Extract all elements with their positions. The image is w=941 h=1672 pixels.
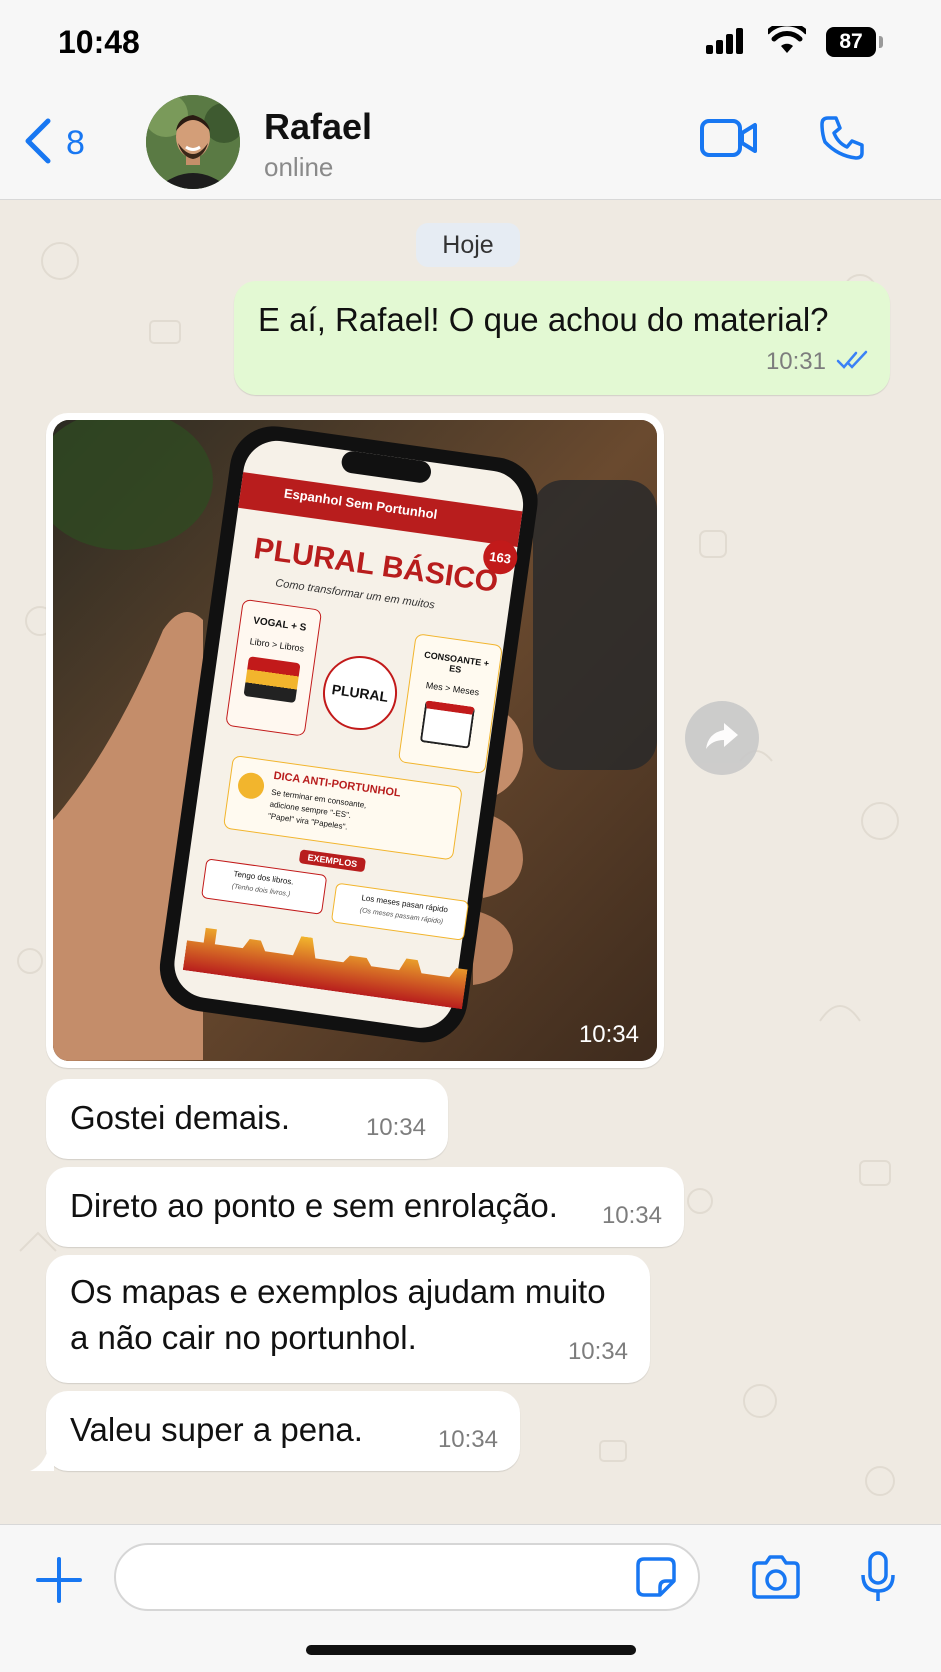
message-text: Direto ao ponto e sem enrolação. bbox=[70, 1187, 558, 1224]
phone-call-icon[interactable] bbox=[818, 114, 866, 167]
image-message[interactable]: Espanhol Sem Portunhol 163 PLURAL BÁSICO… bbox=[46, 413, 664, 1068]
message-time: 10:34 bbox=[567, 1338, 628, 1365]
chevron-left-icon bbox=[24, 118, 52, 169]
books-icon bbox=[243, 656, 301, 704]
image-photo[interactable]: Espanhol Sem Portunhol 163 PLURAL BÁSICO… bbox=[53, 420, 657, 1061]
incoming-message[interactable]: Os mapas e exemplos ajudam muito a não c… bbox=[46, 1255, 650, 1383]
message-time: 10:34 bbox=[365, 1114, 426, 1141]
message-time: 10:34 bbox=[437, 1426, 498, 1453]
message-text: Gostei demais. bbox=[70, 1099, 291, 1136]
contact-avatar[interactable] bbox=[146, 95, 240, 189]
rule-1-card: VOGAL + S Libro > Libros bbox=[225, 598, 323, 737]
back-button[interactable]: 8 bbox=[24, 118, 85, 169]
rule-2-card: CONSOANTE + ES Mes > Meses bbox=[397, 633, 504, 775]
forward-icon bbox=[704, 721, 740, 756]
message-text: E aí, Rafael! O que achou do material? bbox=[258, 301, 829, 338]
calendar-icon bbox=[419, 700, 476, 749]
contact-status: online bbox=[264, 152, 334, 182]
example-2-card: Los meses pasan rápido (Os meses passam … bbox=[330, 882, 470, 941]
date-chip: Hoje bbox=[416, 223, 520, 267]
attach-plus-icon[interactable] bbox=[36, 1557, 82, 1608]
bubble-tail bbox=[30, 1449, 54, 1476]
message-input[interactable] bbox=[114, 1543, 700, 1611]
cellular-signal-icon bbox=[706, 28, 746, 59]
incoming-message[interactable]: Direto ao ponto e sem enrolação. 10:34 bbox=[46, 1167, 684, 1247]
message-time: 10:34 bbox=[578, 1021, 639, 1048]
status-time: 10:48 bbox=[58, 24, 140, 60]
poster-brand: Espanhol Sem Portunhol bbox=[283, 485, 439, 522]
lightbulb-icon bbox=[236, 771, 266, 801]
example-1-card: Tengo dos libros. (Tenho dois livros.) bbox=[200, 858, 328, 915]
message-time: 10:34 bbox=[601, 1202, 662, 1229]
examples-label: EXEMPLOS bbox=[298, 849, 367, 873]
camera-icon[interactable] bbox=[750, 1555, 802, 1604]
battery-icon: 87 bbox=[826, 27, 876, 57]
status-bar: 10:48 87 bbox=[0, 0, 941, 88]
tip-card: DICA ANTI-PORTUNHOL Se terminar em conso… bbox=[222, 754, 463, 861]
chat-header: 8 Rafael online bbox=[0, 88, 941, 200]
plural-circle: PLURAL bbox=[318, 651, 402, 735]
message-time: 10:31 bbox=[765, 348, 826, 375]
battery-nub bbox=[879, 36, 883, 48]
chat-area[interactable]: Hoje E aí, Rafael! O que achou do materi… bbox=[0, 201, 941, 1524]
microphone-icon[interactable] bbox=[860, 1551, 896, 1608]
sticker-icon[interactable] bbox=[636, 1557, 676, 1602]
contact-name[interactable]: Rafael bbox=[264, 106, 372, 148]
outgoing-message[interactable]: E aí, Rafael! O que achou do material? 1… bbox=[234, 281, 890, 395]
wifi-icon bbox=[765, 21, 809, 59]
message-text: Os mapas e exemplos ajudam muito a não c… bbox=[70, 1273, 606, 1356]
example-1-sub: (Tenho dois livros.) bbox=[231, 883, 291, 899]
message-text: Valeu super a pena. bbox=[70, 1411, 363, 1448]
incoming-message[interactable]: Valeu super a pena. 10:34 bbox=[46, 1391, 520, 1471]
read-receipt-icon bbox=[836, 337, 872, 383]
input-bar bbox=[0, 1524, 941, 1672]
forward-button[interactable] bbox=[685, 701, 759, 775]
incoming-message[interactable]: Gostei demais. 10:34 bbox=[46, 1079, 448, 1159]
unread-count: 8 bbox=[66, 124, 85, 162]
video-call-icon[interactable] bbox=[700, 118, 758, 163]
home-indicator bbox=[306, 1645, 636, 1655]
